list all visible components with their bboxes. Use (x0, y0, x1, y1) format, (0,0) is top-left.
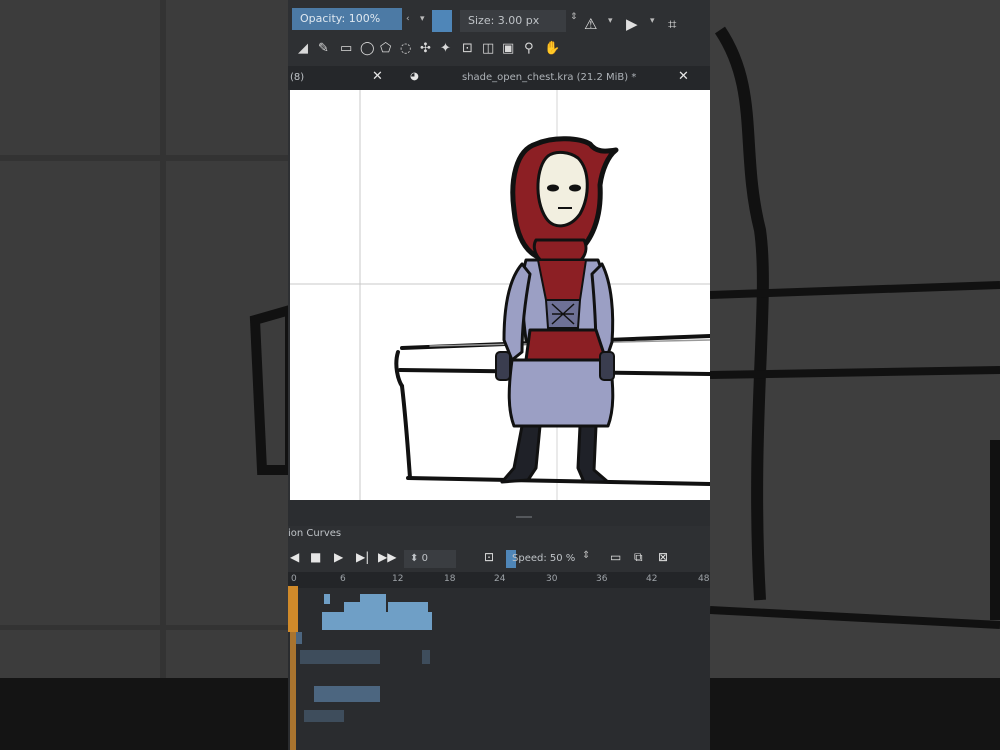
transform-icon[interactable]: ✦ (440, 40, 451, 58)
timeline-frames[interactable] (288, 588, 710, 750)
document-type-icon: ◕ (410, 71, 419, 82)
frame-ruler[interactable]: 0 6 12 18 24 30 36 42 48 (288, 572, 710, 588)
opacity-slider[interactable]: Opacity: 100% (292, 8, 402, 30)
toolbox: ◢ ✎ ▭ ◯ ⬠ ◌ ✣ ✦ ⊡ ◫ ▣ ⚲ ✋ (288, 38, 710, 62)
dock-title: ion Curves (288, 528, 342, 539)
crop-icon[interactable]: ⌗ (668, 14, 676, 34)
ruler-label: 0 (291, 574, 297, 584)
zoom-tool-icon[interactable]: ⚲ (524, 40, 534, 58)
character-drawing (495, 136, 619, 484)
splitter-grip[interactable] (516, 516, 532, 518)
keyframe-cell[interactable] (322, 612, 432, 630)
ruler-label: 6 (340, 574, 346, 584)
artwork (290, 90, 710, 500)
tab-previous-document[interactable]: (8) (290, 72, 304, 83)
pen-tool-icon[interactable]: ✎ (318, 40, 329, 58)
frame-field[interactable]: ⬍ 0 (404, 550, 456, 568)
size-slider[interactable]: Size: 3.00 px (460, 10, 566, 32)
last-frame-icon[interactable]: ▶▶ (378, 550, 396, 564)
assistant-tool-icon[interactable]: ⊡ (462, 40, 473, 58)
keyframe-cell[interactable] (360, 594, 386, 612)
ruler-label: 24 (494, 574, 506, 584)
stop-icon[interactable]: ■ (310, 550, 321, 564)
keyframe-cell[interactable] (296, 632, 302, 644)
close-icon[interactable]: ✕ (372, 69, 383, 84)
blend-dropdown-icon[interactable]: ▾ (420, 14, 425, 24)
drawing-canvas[interactable] (290, 90, 710, 500)
frame-stepper-icon: ⬍ (410, 553, 422, 564)
close-icon[interactable]: ✕ (678, 69, 689, 84)
keyframe-cell[interactable] (422, 650, 430, 664)
next-frame-icon[interactable]: ▶| (356, 550, 369, 564)
keyframe-cell[interactable] (304, 710, 344, 722)
ruler-label: 42 (646, 574, 658, 584)
ruler-label: 30 (546, 574, 558, 584)
mirror-dropdown-icon[interactable]: ▾ (650, 16, 655, 26)
speed-field[interactable]: Speed: 50 % (506, 550, 576, 568)
ruler-label: 48 (698, 574, 710, 584)
warning-icon[interactable]: ⚠ (584, 14, 597, 34)
panel-separator (288, 500, 710, 526)
similar-select-icon[interactable]: ✣ (420, 40, 431, 58)
warning-dropdown-icon[interactable]: ▾ (608, 16, 613, 26)
play-icon[interactable]: ▶ (334, 550, 343, 564)
rect-select-icon[interactable]: ▭ (340, 40, 352, 58)
opacity-dropdown-icon[interactable]: ‹ (406, 14, 410, 24)
keyframe-cell[interactable] (344, 602, 360, 612)
keyframe-cell[interactable] (324, 594, 330, 604)
speed-stepper-icon[interactable]: ⇕ (582, 550, 590, 561)
onion-skin-icon[interactable]: ▭ (610, 550, 621, 564)
keyframe-cell[interactable] (388, 602, 428, 612)
polygon-select-icon[interactable]: ⬠ (380, 40, 391, 58)
pan-tool-icon[interactable]: ✋ (544, 40, 560, 58)
frame-value: 0 (421, 553, 428, 564)
ruler-label: 12 (392, 574, 404, 584)
mirror-icon[interactable]: ▶ (626, 14, 638, 34)
ellipse-select-icon[interactable]: ◯ (360, 40, 375, 58)
settings-icon[interactable]: ⊠ (658, 550, 668, 564)
measure-tool-icon[interactable]: ◫ (482, 40, 494, 58)
frame-icon[interactable]: ⊡ (484, 550, 494, 564)
krita-window: Opacity: 100% ‹ ▾ Size: 3.00 px ⇕ ⚠ ▾ ▶ … (288, 0, 710, 750)
ruler-label: 36 (596, 574, 608, 584)
keyframe-cell[interactable] (314, 686, 380, 702)
freehand-select-icon[interactable]: ◌ (400, 40, 411, 58)
size-stepper-icon[interactable]: ⇕ (570, 12, 578, 22)
ruler-label: 18 (444, 574, 456, 584)
document-tab-bar: (8) ✕ ◕ shade_open_chest.kra (21.2 MiB) … (288, 66, 710, 90)
keyframe-cell[interactable] (300, 650, 380, 664)
tab-current-document[interactable]: shade_open_chest.kra (21.2 MiB) * (462, 72, 636, 83)
drop-frames-icon[interactable]: ⧉ (634, 550, 643, 565)
previous-frame-icon[interactable]: ◀ (290, 550, 299, 564)
playhead-handle[interactable] (288, 586, 298, 632)
brush-tool-icon[interactable]: ◢ (298, 40, 308, 58)
transport-controls: ◀ ■ ▶ ▶| ▶▶ (288, 548, 710, 570)
color-swatch[interactable] (432, 10, 452, 32)
reference-tool-icon[interactable]: ▣ (502, 40, 514, 58)
